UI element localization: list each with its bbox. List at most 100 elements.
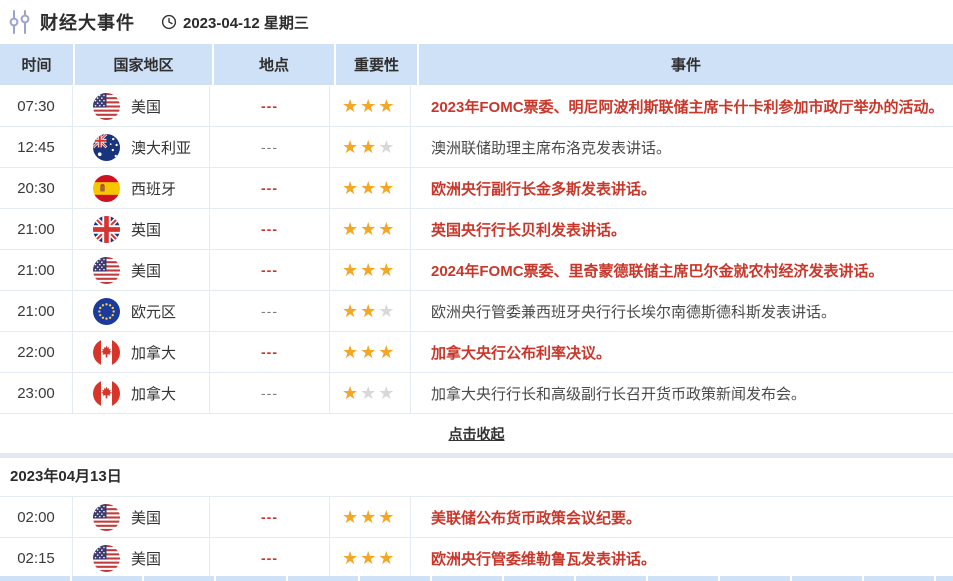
star-filled-icon: ★ — [378, 179, 394, 197]
event-time: 21:00 — [0, 291, 73, 331]
importance-stars: ★★★ — [330, 209, 411, 249]
header-date: 2023-04-12 星期三 — [183, 12, 309, 33]
location-value: --- — [210, 250, 330, 290]
importance-stars: ★★★ — [330, 497, 411, 537]
event-text: 欧洲央行管委兼西班牙央行行长埃尔南德斯德科斯发表讲话。 — [411, 291, 953, 331]
location-value: --- — [210, 291, 330, 331]
importance-stars: ★★★ — [330, 127, 411, 167]
star-filled-icon: ★ — [342, 343, 358, 361]
star-filled-icon: ★ — [342, 302, 358, 320]
event-time: 20:30 — [0, 168, 73, 208]
location-value: --- — [210, 209, 330, 249]
table-header: 时间 国家地区 地点 重要性 事件 — [0, 44, 953, 86]
event-time: 12:45 — [0, 127, 73, 167]
star-filled-icon: ★ — [378, 97, 394, 115]
star-filled-icon: ★ — [360, 343, 376, 361]
importance-stars: ★★★ — [330, 86, 411, 126]
location-value: --- — [210, 497, 330, 537]
table-row: 21:00 英国 --- ★★★ 英国央行行长贝利发表讲话。 — [0, 209, 953, 250]
country-label: 加拿大 — [131, 342, 176, 363]
titlebar: 财经大事件 2023-04-12 星期三 — [0, 0, 953, 44]
location-value: --- — [210, 332, 330, 372]
importance-stars: ★★★ — [330, 291, 411, 331]
event-time: 02:15 — [0, 538, 73, 576]
star-filled-icon: ★ — [342, 138, 358, 156]
country-cell: 美国 — [73, 86, 210, 126]
event-time: 07:30 — [0, 86, 73, 126]
flag-us-icon — [93, 93, 120, 120]
country-label: 美国 — [131, 260, 161, 281]
star-filled-icon: ★ — [342, 261, 358, 279]
country-label: 欧元区 — [131, 301, 176, 322]
importance-stars: ★★★ — [330, 250, 411, 290]
economic-calendar: 财经大事件 2023-04-12 星期三 时间 国家地区 地点 重要性 事件 0… — [0, 0, 953, 581]
event-text: 加拿大央行公布利率决议。 — [411, 332, 953, 372]
events-tbody-day1: 07:30 美国 --- ★★★ 2023年FOMC票委、明尼阿波利斯联储主席卡… — [0, 86, 953, 414]
importance-stars: ★★★ — [330, 332, 411, 372]
star-filled-icon: ★ — [342, 220, 358, 238]
star-filled-icon: ★ — [378, 220, 394, 238]
table-row: 21:00 美国 --- ★★★ 2024年FOMC票委、里奇蒙德联储主席巴尔金… — [0, 250, 953, 291]
flag-eu-icon — [93, 298, 120, 325]
event-time: 21:00 — [0, 250, 73, 290]
star-filled-icon: ★ — [360, 302, 376, 320]
table-row: 23:00 加拿大 --- ★★★ 加拿大央行行长和高级副行长召开货币政策新闻发… — [0, 373, 953, 414]
star-filled-icon: ★ — [378, 261, 394, 279]
star-empty-icon: ★ — [360, 384, 376, 402]
location-value: --- — [210, 127, 330, 167]
country-label: 美国 — [131, 548, 161, 569]
country-label: 澳大利亚 — [131, 137, 191, 158]
country-cell: 加拿大 — [73, 332, 210, 372]
star-filled-icon: ★ — [360, 179, 376, 197]
star-filled-icon: ★ — [342, 549, 358, 567]
star-filled-icon: ★ — [378, 343, 394, 361]
country-label: 加拿大 — [131, 383, 176, 404]
event-time: 02:00 — [0, 497, 73, 537]
star-filled-icon: ★ — [360, 97, 376, 115]
event-text: 2023年FOMC票委、明尼阿波利斯联储主席卡什卡利参加市政厅举办的活动。 — [411, 86, 953, 126]
star-filled-icon: ★ — [378, 549, 394, 567]
flag-es-icon — [93, 175, 120, 202]
importance-stars: ★★★ — [330, 538, 411, 576]
event-time: 22:00 — [0, 332, 73, 372]
event-text: 美联储公布货币政策会议纪要。 — [411, 497, 953, 537]
flag-us-icon — [93, 257, 120, 284]
col-header-importance: 重要性 — [336, 44, 417, 85]
country-cell: 澳大利亚 — [73, 127, 210, 167]
star-filled-icon: ★ — [342, 97, 358, 115]
event-text: 澳洲联储助理主席布洛克发表讲话。 — [411, 127, 953, 167]
star-filled-icon: ★ — [342, 384, 358, 402]
next-day-header: 2023年04月13日 — [0, 458, 953, 497]
location-value: --- — [210, 373, 330, 413]
event-time: 23:00 — [0, 373, 73, 413]
sliders-icon — [8, 8, 32, 36]
col-header-event: 事件 — [419, 44, 953, 85]
country-cell: 英国 — [73, 209, 210, 249]
star-filled-icon: ★ — [360, 549, 376, 567]
location-value: --- — [210, 168, 330, 208]
event-text: 欧洲央行副行长金多斯发表讲话。 — [411, 168, 953, 208]
country-cell: 欧元区 — [73, 291, 210, 331]
importance-stars: ★★★ — [330, 373, 411, 413]
event-text: 英国央行行长贝利发表讲话。 — [411, 209, 953, 249]
table-row: 12:45 澳大利亚 --- ★★★ 澳洲联储助理主席布洛克发表讲话。 — [0, 127, 953, 168]
country-cell: 美国 — [73, 497, 210, 537]
collapse-link[interactable]: 点击收起 — [449, 424, 505, 444]
flag-ca-icon — [93, 339, 120, 366]
location-value: --- — [210, 86, 330, 126]
flag-us-icon — [93, 504, 120, 531]
star-filled-icon: ★ — [342, 179, 358, 197]
country-label: 美国 — [131, 96, 161, 117]
collapse-row: 点击收起 — [0, 414, 953, 453]
table-row: 02:00 美国 --- ★★★ 美联储公布货币政策会议纪要。 — [0, 497, 953, 538]
star-empty-icon: ★ — [378, 384, 394, 402]
table-row: 02:15 美国 --- ★★★ 欧洲央行管委维勒鲁瓦发表讲话。 — [0, 538, 953, 576]
flag-ca-icon — [93, 380, 120, 407]
star-filled-icon: ★ — [360, 261, 376, 279]
star-filled-icon: ★ — [378, 508, 394, 526]
table-row: 20:30 西班牙 --- ★★★ 欧洲央行副行长金多斯发表讲话。 — [0, 168, 953, 209]
page-title: 财经大事件 — [40, 9, 135, 35]
country-cell: 美国 — [73, 250, 210, 290]
country-cell: 西班牙 — [73, 168, 210, 208]
country-label: 美国 — [131, 507, 161, 528]
